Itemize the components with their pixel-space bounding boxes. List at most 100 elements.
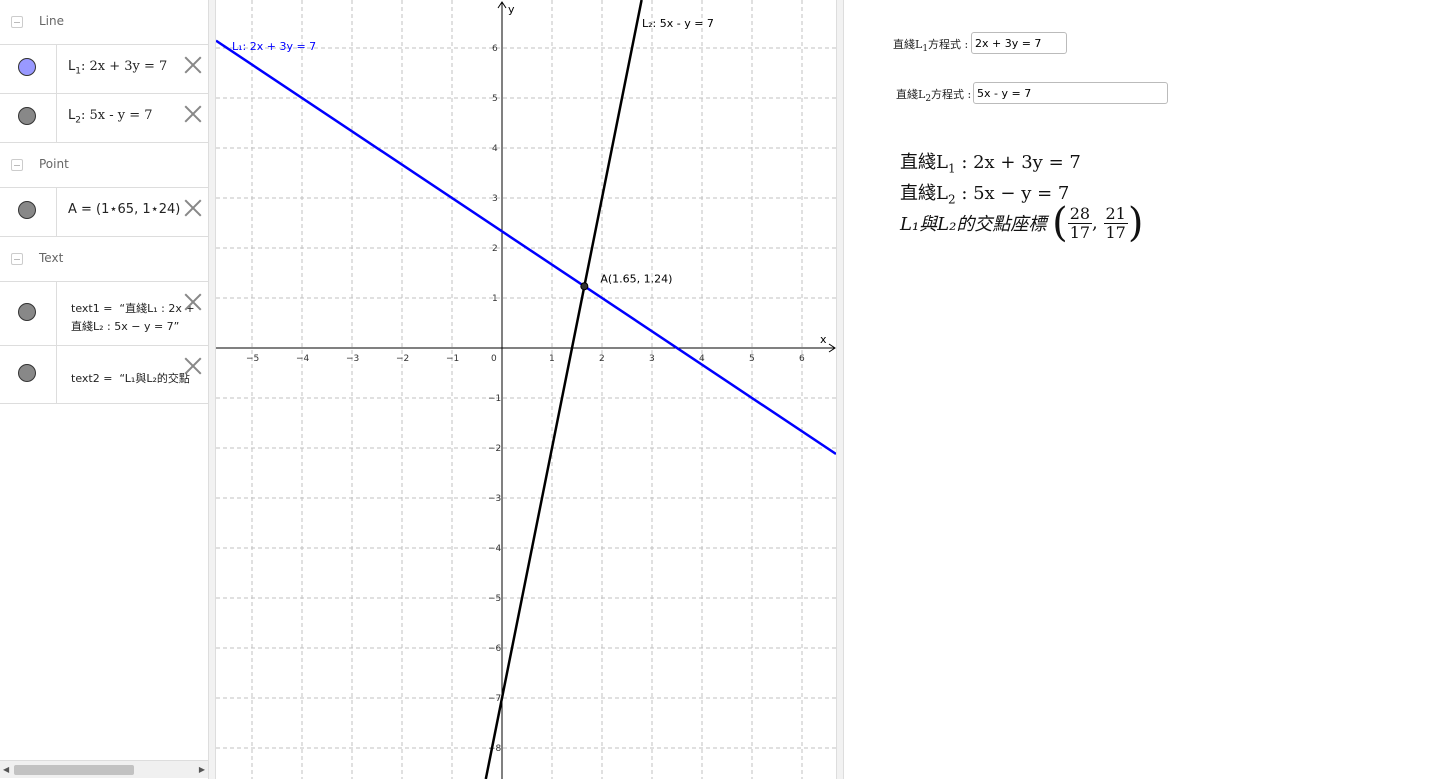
scroll-right-icon[interactable]: ▶ [199, 765, 205, 774]
definition-a[interactable]: A = (1⋆65, 1⋆24) [68, 202, 180, 217]
text1-label: text1 = [71, 302, 113, 315]
visibility-toggle-l1[interactable] [18, 58, 36, 76]
category-text: Text [0, 237, 208, 282]
delete-text1-icon[interactable] [184, 293, 202, 311]
y-tick-label: −7 [488, 694, 501, 704]
origin-label: 0 [491, 354, 497, 364]
category-point-label: Point [39, 157, 69, 171]
text1-prefix: 直綫L [900, 152, 948, 173]
line-l1[interactable] [216, 39, 836, 456]
definition-l2[interactable]: L2: 5x - y = 7 [68, 108, 153, 126]
visibility-toggle-text1[interactable] [18, 303, 36, 321]
visibility-toggle-l2[interactable] [18, 107, 36, 125]
y-tick-label: −4 [488, 544, 502, 554]
marble-column [0, 94, 57, 142]
y-tick-label: 1 [492, 294, 498, 304]
l2-expr: : 5x - y = 7 [80, 108, 153, 123]
point-a[interactable] [580, 282, 589, 291]
delete-l1-icon[interactable] [184, 56, 202, 74]
delete-text2-icon[interactable] [184, 357, 202, 375]
algebra-item-text2[interactable]: text2 = “L₁與L₂的交點 [0, 346, 208, 404]
delete-a-icon[interactable] [184, 199, 202, 217]
algebra-item-l1[interactable]: L1: 2x + 3y = 7 [0, 45, 208, 94]
y-tick-label: −5 [488, 594, 501, 604]
algebra-item-l2[interactable]: L2: 5x - y = 7 [0, 94, 208, 143]
category-line-label: Line [39, 14, 65, 28]
graphics-canvas[interactable]: −5 −4 −3 −2 −1 1 2 3 4 5 6654321−1−2−3−4−5−6−7−8 x… [216, 0, 836, 779]
collapse-text-toggle[interactable] [11, 253, 23, 265]
graphics-view[interactable]: −5 −4 −3 −2 −1 1 2 3 4 5 6 6 5 4 3 2 1 −1 −2 −3 −4 −5 −6 −7 −8 x… [216, 0, 836, 779]
x-tick-label: 6 [799, 354, 805, 364]
visibility-toggle-a[interactable] [18, 201, 36, 219]
fraction-x-den: 17 [1069, 222, 1091, 242]
panel-divider-right[interactable] [836, 0, 844, 779]
delete-l2-icon[interactable] [184, 105, 202, 123]
marble-column [0, 188, 57, 236]
text2-display[interactable]: L₁與L₂的交點座標 (28 17, 21 17) [900, 200, 1143, 246]
definition-text2[interactable]: text2 = “L₁與L₂的交點 [71, 370, 190, 386]
algebra-item-text1[interactable]: text1 = “直綫L₁ : 2x + 直綫L₂ : 5x − y = 7” [0, 282, 208, 346]
panel-divider[interactable] [208, 0, 216, 779]
line-l1-label[interactable]: L₁: 2x + 3y = 7 [232, 40, 316, 53]
x-tick-label: −4 [296, 354, 310, 364]
marble-column [0, 346, 57, 403]
y-tick-label: 4 [492, 144, 498, 154]
scrollbar-thumb[interactable] [14, 765, 134, 775]
collapse-line-toggle[interactable] [11, 16, 23, 28]
text2-line1: “L₁與L₂的交點 [119, 372, 190, 385]
fraction-x: 28 17 [1067, 203, 1093, 242]
input-row-l1: 直綫L1方程式 : [893, 36, 968, 54]
marble-column [0, 45, 57, 93]
category-point: Point [0, 143, 208, 188]
y-tick-label: −2 [488, 444, 501, 454]
fraction-x-num: 28 [1067, 203, 1093, 224]
y-tick-label: −1 [488, 394, 501, 404]
algebra-view: Line L1: 2x + 3y = 7 L2: 5x - y = 7 Poin… [0, 0, 208, 779]
left-paren-icon: ( [1052, 200, 1068, 246]
input-l2-label: 直綫L [896, 88, 926, 101]
definition-l1[interactable]: L1: 2x + 3y = 7 [68, 59, 167, 77]
collapse-point-toggle[interactable] [11, 159, 23, 171]
line-l2-label[interactable]: L₂: 5x - y = 7 [642, 17, 714, 30]
x-tick-label: 5 [749, 354, 755, 364]
category-line: Line [0, 0, 208, 45]
x-tick-label: 3 [649, 354, 655, 364]
scroll-left-icon[interactable]: ◀ [3, 765, 9, 774]
input-l2-field[interactable] [973, 82, 1168, 104]
input-row-l2: 直綫L2方程式 : [896, 86, 971, 104]
x-tick-label: −5 [246, 354, 259, 364]
line-l2[interactable] [484, 0, 643, 779]
y-tick-label: 3 [492, 194, 498, 204]
point-a-label[interactable]: A(1.65, 1.24) [600, 272, 672, 285]
y-tick-label: 5 [492, 94, 498, 104]
l1-expr: : 2x + 3y = 7 [80, 59, 168, 74]
category-text-label: Text [39, 251, 64, 265]
input-l1-field[interactable] [971, 32, 1067, 54]
y-tick-label: 6 [492, 44, 498, 54]
definition-text1[interactable]: text1 = “直綫L₁ : 2x + 直綫L₂ : 5x − y = 7” [71, 300, 195, 338]
text1-expr: : 2x + 3y = 7 [955, 152, 1081, 173]
x-tick-label: 2 [599, 354, 605, 364]
text2-label: text2 = [71, 372, 113, 385]
x-tick-label: −2 [396, 354, 409, 364]
algebra-item-a[interactable]: A = (1⋆65, 1⋆24) [0, 188, 208, 237]
marble-column [0, 282, 57, 345]
horizontal-scrollbar[interactable]: ◀ ▶ [0, 760, 208, 778]
text1-line1-display[interactable]: 直綫L1 : 2x + 3y = 7 [900, 148, 1081, 176]
graphics-view-2[interactable]: 直綫L1方程式 : 直綫L2方程式 : 直綫L1 : 2x + 3y = 7 直… [844, 0, 1456, 779]
y-tick-label: −3 [488, 494, 501, 504]
grid [216, 0, 836, 779]
input-l2-suffix: 方程式 : [931, 88, 972, 101]
text1-sub: 1 [947, 161, 956, 176]
x-tick-label: −1 [446, 354, 459, 364]
y-tick-label: −6 [488, 644, 502, 654]
fraction-y: 21 17 [1103, 203, 1128, 242]
input-l1-suffix: 方程式 : [928, 38, 969, 51]
text2-intersection-text: L₁與L₂的交點座標 [900, 214, 1047, 235]
x-tick-label: −3 [346, 354, 359, 364]
fraction-y-den: 17 [1105, 222, 1126, 242]
y-tick-label: 2 [492, 244, 498, 254]
visibility-toggle-text2[interactable] [18, 364, 36, 382]
fraction-y-num: 21 [1103, 203, 1128, 224]
y-axis-label: y [508, 3, 515, 16]
